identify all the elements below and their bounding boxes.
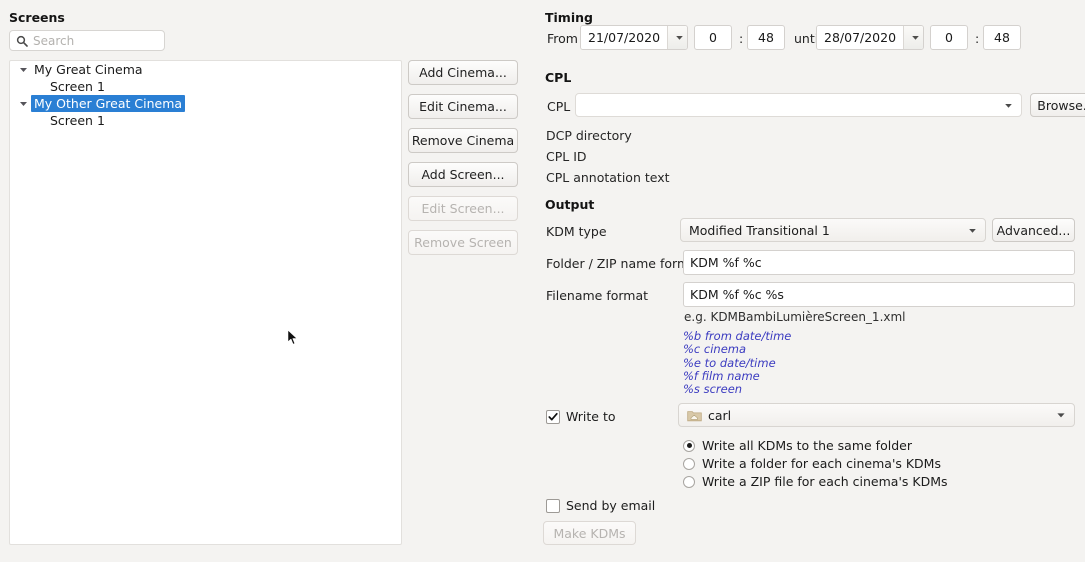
radio-same-folder[interactable] xyxy=(683,439,695,452)
legend-item: %b from date/time xyxy=(683,329,792,343)
dcp-directory-label: DCP directory xyxy=(546,128,632,143)
edit-cinema-button[interactable]: Edit Cinema... xyxy=(408,94,518,119)
timing-group-title: Timing xyxy=(545,10,593,25)
search-field[interactable] xyxy=(9,30,165,51)
from-hour-field[interactable]: 0 xyxy=(694,25,732,50)
from-date-value: 21/07/2020 xyxy=(581,26,668,49)
kdm-type-value: Modified Transitional 1 xyxy=(689,222,830,238)
advanced-button[interactable]: Advanced... xyxy=(992,218,1075,242)
cinema-screen-tree[interactable]: My Great Cinema Screen 1 My Other Great … xyxy=(9,60,402,545)
tree-item-label: Screen 1 xyxy=(50,79,105,94)
from-minute-field[interactable]: 48 xyxy=(747,25,785,50)
cpl-label: CPL xyxy=(547,99,571,114)
cinema-actions-toolbar: Add Cinema... Edit Cinema... Remove Cine… xyxy=(408,60,518,264)
add-screen-button[interactable]: Add Screen... xyxy=(408,162,518,187)
cpl-id-label: CPL ID xyxy=(546,149,587,164)
remove-cinema-button[interactable]: Remove Cinema xyxy=(408,128,518,153)
write-to-folder-value: carl xyxy=(708,407,732,423)
tree-item-label: My Great Cinema xyxy=(34,62,143,77)
chevron-down-icon[interactable] xyxy=(667,26,687,49)
from-date-combo[interactable]: 21/07/2020 xyxy=(580,25,688,50)
until-date-value: 28/07/2020 xyxy=(817,26,904,49)
send-by-email-row[interactable]: Send by email xyxy=(546,498,655,513)
radio-row-zip-per-cinema[interactable]: Write a ZIP file for each cinema's KDMs xyxy=(683,474,948,489)
write-to-label: Write to xyxy=(566,409,616,424)
home-folder-icon xyxy=(687,409,702,422)
radio-zip-per-cinema[interactable] xyxy=(683,475,695,488)
format-legend: %b from date/time %c cinema %e to date/t… xyxy=(683,329,792,397)
write-to-checkbox[interactable] xyxy=(546,409,560,424)
kdm-creator-window: Screens My Great Cinema Screen 1 xyxy=(0,0,1085,562)
radio-label: Write a ZIP file for each cinema's KDMs xyxy=(702,474,948,489)
search-input[interactable] xyxy=(33,33,158,48)
radio-row-folder-per-cinema[interactable]: Write a folder for each cinema's KDMs xyxy=(683,456,941,471)
output-group-title: Output xyxy=(545,197,595,212)
until-minute-field[interactable]: 48 xyxy=(983,25,1021,50)
tree-item-label: Screen 1 xyxy=(50,113,105,128)
from-time-separator: : xyxy=(739,31,744,46)
radio-row-same-folder[interactable]: Write all KDMs to the same folder xyxy=(683,438,912,453)
send-by-email-checkbox[interactable] xyxy=(546,498,560,513)
screens-title: Screens xyxy=(9,10,65,25)
send-by-email-label: Send by email xyxy=(566,498,656,513)
make-kdms-button: Make KDMs xyxy=(543,521,636,545)
until-date-combo[interactable]: 28/07/2020 xyxy=(816,25,924,50)
folder-zip-name-format-input[interactable]: KDM %f %c xyxy=(683,250,1075,275)
tree-row[interactable]: Screen 1 xyxy=(10,78,401,95)
cpl-group-title: CPL xyxy=(545,70,572,85)
cpl-annotation-text-label: CPL annotation text xyxy=(546,170,670,185)
remove-screen-button: Remove Screen xyxy=(408,230,518,255)
legend-item: %f film name xyxy=(683,368,760,383)
legend-item: %c cinema xyxy=(683,342,747,357)
legend-item: %e to date/time xyxy=(683,355,776,370)
add-cinema-button[interactable]: Add Cinema... xyxy=(408,60,518,85)
from-label: From xyxy=(547,31,578,46)
settings-pane: Timing From 21/07/2020 0 : 48 until 28/0… xyxy=(528,0,1085,562)
chevron-down-icon[interactable] xyxy=(1004,101,1013,110)
filename-format-input[interactable]: KDM %f %c %s xyxy=(683,282,1075,307)
tree-row[interactable]: Screen 1 xyxy=(10,112,401,129)
kdm-type-combo[interactable]: Modified Transitional 1 xyxy=(680,218,986,242)
tree-item-label: My Other Great Cinema xyxy=(31,95,186,112)
write-to-folder-combo[interactable]: carl xyxy=(678,403,1075,427)
folder-zip-name-format-label: Folder / ZIP name format xyxy=(546,256,702,271)
browse-button[interactable]: Browse... xyxy=(1030,93,1085,117)
filename-example-text: e.g. KDMBambiLumièreScreen_1.xml xyxy=(684,310,906,324)
chevron-down-icon[interactable] xyxy=(968,226,977,235)
chevron-down-icon[interactable] xyxy=(903,26,923,49)
until-time-separator: : xyxy=(975,31,980,46)
chevron-down-icon[interactable] xyxy=(1056,410,1066,420)
search-icon xyxy=(16,35,28,47)
radio-label: Write a folder for each cinema's KDMs xyxy=(702,456,941,471)
filename-format-label: Filename format xyxy=(546,288,649,303)
write-to-checkbox-row[interactable]: Write to xyxy=(546,409,616,424)
tree-row[interactable]: My Great Cinema xyxy=(10,61,401,78)
legend-item: %s screen xyxy=(683,382,743,397)
edit-screen-button: Edit Screen... xyxy=(408,196,518,221)
radio-label: Write all KDMs to the same folder xyxy=(702,438,912,453)
chevron-down-icon[interactable] xyxy=(16,65,31,74)
chevron-down-icon[interactable] xyxy=(16,99,31,108)
until-hour-field[interactable]: 0 xyxy=(930,25,968,50)
kdm-type-label: KDM type xyxy=(546,224,607,239)
tree-row-selected[interactable]: My Other Great Cinema xyxy=(10,95,401,112)
screens-pane: Screens My Great Cinema Screen 1 xyxy=(0,0,528,562)
cpl-combo[interactable] xyxy=(575,93,1022,117)
radio-folder-per-cinema[interactable] xyxy=(683,457,695,470)
